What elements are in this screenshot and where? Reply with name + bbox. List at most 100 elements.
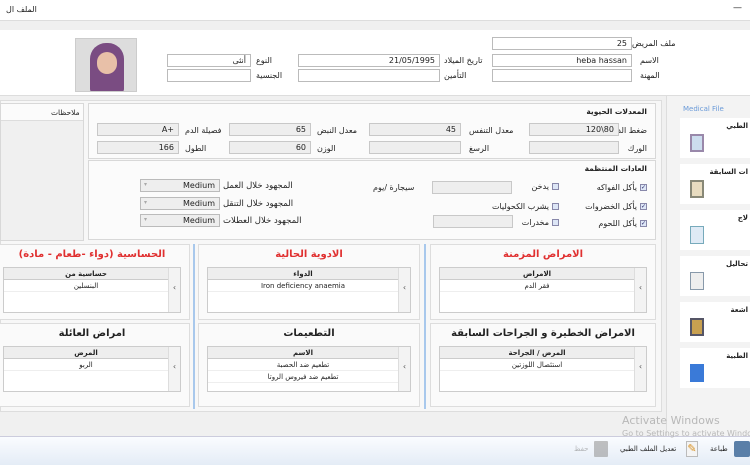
sidebar-item-label: اشعة bbox=[730, 306, 748, 314]
cigarettes-input[interactable] bbox=[432, 181, 512, 194]
scroll-chevron-icon[interactable]: ‹ bbox=[634, 347, 646, 391]
scroll-chevron-icon[interactable]: ‹ bbox=[398, 268, 410, 312]
sidebar-item-label: تحاليل bbox=[725, 260, 748, 268]
vitals-title: المعدلات الحيوية bbox=[586, 107, 647, 116]
smoke-checkbox[interactable]: يدخن bbox=[532, 182, 559, 191]
wrist-label: الرسغ bbox=[469, 144, 490, 153]
checkbox-icon bbox=[552, 183, 559, 190]
group-title: امراض العائلة bbox=[58, 328, 126, 339]
height-label: الطول bbox=[185, 144, 207, 153]
dropdown-icon: ▾ bbox=[144, 199, 148, 206]
serious-diseases-group: الامراض الخطيرة و الجراحات السابقة المرض… bbox=[430, 323, 656, 407]
vaccinations-grid[interactable]: الاسم تطعيم ضد الحصبة تطعيم ضد فيروس الروت… bbox=[207, 346, 411, 392]
print-label: طباعة bbox=[710, 445, 728, 453]
column-header[interactable]: حساسية من bbox=[4, 268, 168, 280]
table-row[interactable]: استئصال اللوزتين bbox=[440, 359, 634, 371]
patient-photo[interactable] bbox=[75, 38, 137, 92]
scroll-chevron-icon[interactable]: ‹ bbox=[634, 268, 646, 312]
dob-input[interactable]: 21/05/1995 bbox=[298, 54, 440, 67]
group-title: الامراض الخطيرة و الجراحات السابقة bbox=[451, 328, 635, 339]
xray-image-icon bbox=[690, 318, 704, 336]
clipboard-plus-icon bbox=[690, 134, 704, 152]
weight-input[interactable]: 60 bbox=[229, 141, 311, 154]
medications-grid[interactable]: الدواء Iron deficiency anaemia ‹ bbox=[207, 267, 411, 313]
file-input[interactable]: 25 bbox=[492, 37, 632, 50]
weight-label: الوزن bbox=[317, 144, 336, 153]
alcohol-checkbox[interactable]: يشرب الكحوليات bbox=[492, 202, 559, 211]
column-header[interactable]: المرض / الجراحة bbox=[440, 347, 634, 359]
vaccinations-group: التطعيمات الاسم تطعيم ضد الحصبة تطعيم ضد ف… bbox=[198, 323, 420, 407]
table-row[interactable]: الربو bbox=[4, 359, 168, 371]
hip-input[interactable] bbox=[529, 141, 619, 154]
veg-checkbox[interactable]: ✓يأكل الخضروات bbox=[585, 202, 647, 211]
divider[interactable] bbox=[193, 244, 195, 409]
notes-textarea[interactable] bbox=[1, 120, 83, 240]
column-header[interactable]: الامراض bbox=[440, 268, 634, 280]
job-input[interactable] bbox=[492, 69, 632, 82]
watermark-line1: Activate Windows bbox=[622, 414, 720, 427]
habits-title: العادات المنتظمة bbox=[584, 164, 647, 173]
sidebar-item-radiology[interactable]: اشعة bbox=[680, 302, 750, 342]
table-row[interactable]: تطعيم ضد الحصبة bbox=[208, 359, 398, 371]
sidebar-item-label: الطبية bbox=[726, 352, 748, 360]
sidebar-item-medical-file[interactable]: الطبي bbox=[680, 118, 750, 158]
alcohol-label: يشرب الكحوليات bbox=[491, 202, 549, 211]
window-title: الملف ال bbox=[6, 5, 37, 14]
sidebar-item-labs[interactable]: تحاليل bbox=[680, 256, 750, 296]
clipboard-icon bbox=[690, 180, 704, 198]
family-grid[interactable]: المرض الربو ‹ bbox=[3, 346, 181, 392]
sidebar-item-history[interactable]: ات السابقة bbox=[680, 164, 750, 204]
drugs-input[interactable] bbox=[433, 215, 513, 228]
scroll-chevron-icon[interactable]: ‹ bbox=[168, 268, 180, 312]
check-icon: ✓ bbox=[640, 220, 647, 227]
smoke-label: يدخن bbox=[531, 182, 549, 191]
sidebar-item-reports[interactable]: الطبية bbox=[680, 348, 750, 388]
check-icon: ✓ bbox=[640, 203, 647, 210]
minimize-button[interactable]: — bbox=[733, 3, 742, 13]
name-input[interactable]: heba hassan bbox=[492, 54, 632, 67]
group-title: التطعيمات bbox=[283, 328, 335, 339]
meat-checkbox[interactable]: ✓يأكل اللحوم bbox=[598, 219, 647, 228]
nationality-label: الجنسية bbox=[256, 71, 283, 80]
check-icon: ✓ bbox=[640, 184, 647, 191]
column-header[interactable]: المرض bbox=[4, 347, 168, 359]
scroll-chevron-icon[interactable]: ‹ bbox=[168, 347, 180, 391]
activation-watermark: Activate Windows Go to Settings to activ… bbox=[622, 414, 750, 438]
height-input[interactable]: 166 bbox=[97, 141, 179, 154]
notes-title: ملاحظات bbox=[51, 108, 80, 117]
pulse-input[interactable]: 65 bbox=[229, 123, 311, 136]
allergies-grid[interactable]: حساسية من البنسلين ‹ bbox=[3, 267, 181, 313]
wrist-input[interactable] bbox=[369, 141, 461, 154]
patient-header: ملف المريض 25 الاسم heba hassan المهنة ت… bbox=[0, 30, 750, 96]
calendar-icon bbox=[690, 226, 704, 244]
table-row[interactable]: البنسلين bbox=[4, 280, 168, 292]
gender-input[interactable]: أنثى bbox=[167, 54, 251, 67]
resp-input[interactable]: 45 bbox=[369, 123, 461, 136]
table-row[interactable]: تطعيم ضد فيروس الروتا bbox=[208, 371, 398, 383]
surgeries-grid[interactable]: المرض / الجراحة استئصال اللوزتين ‹ bbox=[439, 346, 647, 392]
work-effort-select[interactable]: ▾ Medium bbox=[140, 179, 220, 192]
holiday-effort-select[interactable]: ▾ Medium bbox=[140, 214, 220, 227]
column-header[interactable]: الاسم bbox=[208, 347, 398, 359]
watermark-line2: Go to Settings to activate Windows. bbox=[622, 429, 750, 438]
sidebar-item-treatment[interactable]: لاج bbox=[680, 210, 750, 250]
scroll-chevron-icon[interactable]: ‹ bbox=[398, 347, 410, 391]
fruit-checkbox[interactable]: ✓يأكل الفواكه bbox=[597, 183, 647, 192]
blood-input[interactable]: A+ bbox=[97, 123, 179, 136]
bp-input[interactable]: 120\80 bbox=[529, 123, 619, 136]
commute-effort-select[interactable]: ▾ Medium bbox=[140, 197, 220, 210]
table-row[interactable]: فقر الدم bbox=[440, 280, 634, 292]
insurance-input[interactable] bbox=[298, 69, 440, 82]
table-row[interactable]: Iron deficiency anaemia bbox=[208, 280, 398, 292]
holiday-label: المجهود خلال العطلات bbox=[223, 216, 302, 226]
column-header[interactable]: الدواء bbox=[208, 268, 398, 280]
chronic-diseases-group: الامراض المزمنة الامراض فقر الدم ‹ bbox=[430, 244, 656, 320]
nationality-input[interactable] bbox=[167, 69, 251, 82]
gender-label: النوع bbox=[256, 56, 272, 65]
chronic-grid[interactable]: الامراض فقر الدم ‹ bbox=[439, 267, 647, 313]
drugs-checkbox[interactable]: مخدرات bbox=[522, 218, 559, 227]
cig-unit-label: سيجارة /يوم bbox=[373, 183, 415, 192]
sidebar-title: Medical File bbox=[683, 105, 724, 113]
commute-value: Medium bbox=[183, 199, 215, 208]
divider[interactable] bbox=[424, 244, 426, 409]
